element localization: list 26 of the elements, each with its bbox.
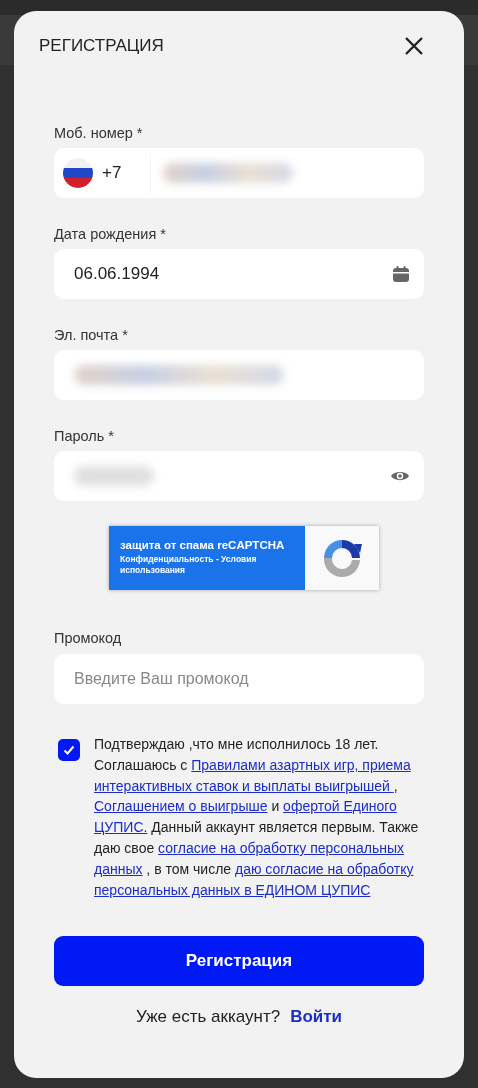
calendar-icon: [392, 265, 410, 283]
register-button[interactable]: Регистрация: [54, 936, 424, 987]
dialog-title: РЕГИСТРАЦИЯ: [39, 36, 164, 56]
email-field[interactable]: [54, 350, 424, 400]
consent-checkbox[interactable]: [58, 739, 80, 761]
recaptcha-links[interactable]: Конфиденциальность - Условия использования: [120, 554, 305, 576]
promo-code-field[interactable]: Введите Ваш промокод: [54, 654, 424, 704]
login-prompt: Уже есть аккаунт?: [135, 1007, 281, 1028]
password-field[interactable]: [54, 451, 424, 501]
field-label: Промокод: [54, 630, 122, 646]
date-field[interactable]: 06.06.1994: [54, 249, 424, 299]
field-label: Эл. почта *: [54, 327, 128, 343]
date-value: 06.06.1994: [74, 264, 160, 284]
country-code: +7: [102, 163, 123, 183]
check-icon: [62, 743, 76, 757]
recaptcha-title: защита от спама reCAPTCHA: [120, 539, 285, 551]
field-label: Пароль *: [54, 428, 114, 444]
russia-flag-icon: [62, 157, 94, 189]
close-icon: [404, 36, 424, 56]
field-label: Моб. номер *: [54, 125, 143, 141]
field-label: Дата рождения *: [54, 226, 166, 242]
phone-field[interactable]: +7: [54, 148, 424, 198]
consent-text: Подтверждаю ,что мне исполнилось 18 лет. Соглашаюсь с Правилами азартных игр, приема интерактивных ставок и выплаты выигрышей , Соглашением о выигрыше и офертой Единого ЦУПИС. Данный аккаунт является первым. Также даю свое согласие на обработку персональных данных , в том числе даю согласие на обработку персональных данных в ЕДИНОМ ЦУПИС: [94, 735, 420, 900]
login-link[interactable]: Войти: [290, 1007, 343, 1028]
close-button[interactable]: [404, 36, 424, 56]
eye-icon[interactable]: [390, 469, 410, 483]
